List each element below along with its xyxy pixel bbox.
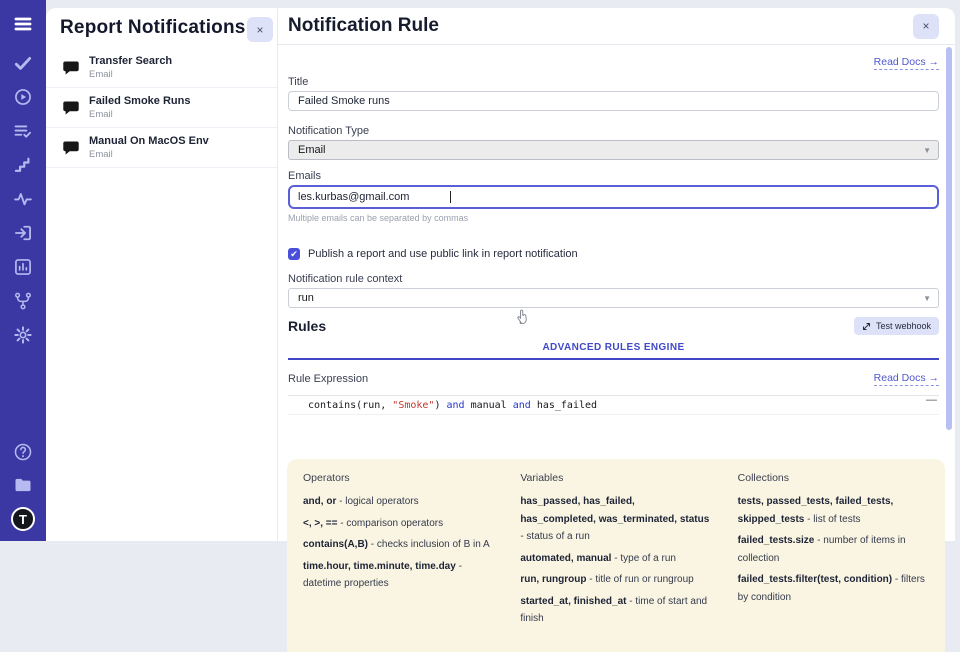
help-column-header: Variables: [520, 472, 711, 484]
emails-hint: Multiple emails can be separated by comm…: [288, 213, 939, 223]
help-column-header: Operators: [303, 472, 494, 484]
notification-type-label: Notification Type: [288, 125, 939, 137]
steps-icon[interactable]: [12, 154, 34, 176]
help-line: automated, manual - type of a run: [520, 550, 711, 568]
sidebar-bottom: T: [11, 441, 35, 531]
check-icon[interactable]: [12, 52, 34, 74]
chat-bubble-icon: [62, 140, 80, 156]
help-line: has_passed, has_failed, has_completed, w…: [520, 493, 711, 546]
help-line: run, rungroup - title of run or rungroup: [520, 571, 711, 589]
emails-input[interactable]: [298, 191, 452, 203]
help-column-header: Collections: [738, 472, 929, 484]
modal-close-button[interactable]: ×: [913, 14, 939, 39]
panel-title: Report Notifications: [60, 17, 246, 39]
help-line: contains(A,B) - checks inclusion of B in…: [303, 536, 494, 554]
help-column-variables: Variables has_passed, has_failed, has_co…: [520, 472, 711, 632]
publish-checkbox[interactable]: ✔: [288, 248, 300, 260]
title-label: Title: [288, 76, 939, 88]
read-docs-link[interactable]: Read Docs →: [874, 56, 939, 70]
rules-header-row: Rules Test webhook: [288, 317, 939, 335]
context-label: Notification rule context: [288, 273, 939, 285]
list-item-title: Manual On MacOS Env: [89, 135, 209, 147]
sidebar-nav: [12, 52, 34, 346]
folder-icon[interactable]: [12, 474, 34, 496]
rules-tab-bar: ADVANCED RULES ENGINE: [288, 336, 939, 360]
help-line: and, or - logical operators: [303, 493, 494, 511]
list-item-subtitle: Email: [89, 149, 209, 160]
notification-list: Transfer Search Email Failed Smoke Runs …: [46, 48, 277, 168]
help-line: failed_tests.filter(test, condition) - f…: [738, 571, 929, 606]
read-docs-link-expression[interactable]: Read Docs →: [874, 372, 939, 386]
emails-field-wrap: [288, 185, 939, 209]
title-input[interactable]: [288, 91, 939, 111]
test-webhook-label: Test webhook: [876, 321, 931, 331]
tab-advanced-rules-engine[interactable]: ADVANCED RULES ENGINE: [542, 342, 684, 353]
list-item[interactable]: Failed Smoke Runs Email: [46, 88, 277, 128]
modal-header: Notification Rule ×: [278, 8, 955, 45]
list-item[interactable]: Transfer Search Email: [46, 48, 277, 88]
notification-rule-modal: Notification Rule × Read Docs → Title No…: [278, 8, 955, 541]
activity-icon[interactable]: [12, 188, 34, 210]
report-notifications-panel: Report Notifications × Transfer Search E…: [46, 8, 278, 541]
modal-title: Notification Rule: [288, 15, 439, 37]
expression-header-row: Rule Expression Read Docs →: [288, 372, 939, 386]
help-line: <, >, == - comparison operators: [303, 515, 494, 533]
bar-chart-icon[interactable]: [12, 256, 34, 278]
test-webhook-button[interactable]: Test webhook: [854, 317, 939, 335]
code-line[interactable]: contains(run, "Smoke") and manual and ha…: [288, 396, 939, 415]
panel-header: Report Notifications ×: [46, 8, 277, 48]
list-item-title: Transfer Search: [89, 55, 172, 67]
help-circle-icon[interactable]: [12, 441, 34, 463]
list-item-text: Failed Smoke Runs Email: [89, 95, 190, 120]
list-item-title: Failed Smoke Runs: [89, 95, 190, 107]
list-item[interactable]: Manual On MacOS Env Email: [46, 128, 277, 168]
help-line: started_at, finished_at - time of start …: [520, 593, 711, 628]
app-sidebar: T: [0, 0, 46, 541]
publish-checkbox-label: Publish a report and use public link in …: [308, 248, 578, 260]
gear-icon[interactable]: [12, 324, 34, 346]
context-value: run: [298, 292, 314, 304]
login-icon[interactable]: [12, 222, 34, 244]
expand-arrows-icon: [862, 322, 871, 331]
chat-bubble-icon: [62, 100, 80, 116]
content-card: Report Notifications × Transfer Search E…: [46, 8, 955, 541]
rules-heading: Rules: [288, 318, 326, 334]
list-check-icon[interactable]: [12, 120, 34, 142]
rules-help-panel: Operators and, or - logical operators <,…: [287, 459, 945, 652]
publish-checkbox-row: ✔ Publish a report and use public link i…: [288, 248, 939, 260]
list-item-subtitle: Email: [89, 69, 172, 80]
chevron-down-icon: ▼: [923, 146, 931, 155]
menu-icon[interactable]: [12, 13, 34, 35]
list-item-text: Manual On MacOS Env Email: [89, 135, 209, 160]
notification-type-select[interactable]: Email ▼: [288, 140, 939, 160]
help-column-operators: Operators and, or - logical operators <,…: [303, 472, 494, 632]
notification-type-value: Email: [298, 144, 326, 156]
fold-marker: —: [926, 394, 937, 406]
modal-scrollbar[interactable]: [946, 47, 952, 430]
branch-icon[interactable]: [12, 290, 34, 312]
list-item-subtitle: Email: [89, 109, 190, 120]
chevron-down-icon: ▼: [923, 294, 931, 303]
help-line: failed_tests.size - number of items in c…: [738, 532, 929, 567]
rule-expression-editor[interactable]: — contains(run, "Smoke") and manual and …: [288, 395, 939, 455]
play-circle-icon[interactable]: [12, 86, 34, 108]
context-select[interactable]: run ▼: [288, 288, 939, 308]
app-logo[interactable]: T: [11, 507, 35, 531]
app-logo-letter: T: [19, 512, 27, 527]
list-item-text: Transfer Search Email: [89, 55, 172, 80]
help-line: time.hour, time.minute, time.day - datet…: [303, 558, 494, 593]
docs-row-top: Read Docs →: [288, 52, 939, 66]
modal-body: Read Docs → Title Notification Type Emai…: [278, 52, 955, 652]
rule-expression-label: Rule Expression: [288, 373, 368, 385]
text-caret: [450, 191, 451, 203]
chat-bubble-icon: [62, 60, 80, 76]
help-line: tests, passed_tests, failed_tests, skipp…: [738, 493, 929, 528]
help-column-collections: Collections tests, passed_tests, failed_…: [738, 472, 929, 632]
panel-close-button[interactable]: ×: [247, 17, 273, 42]
emails-label: Emails: [288, 170, 939, 182]
